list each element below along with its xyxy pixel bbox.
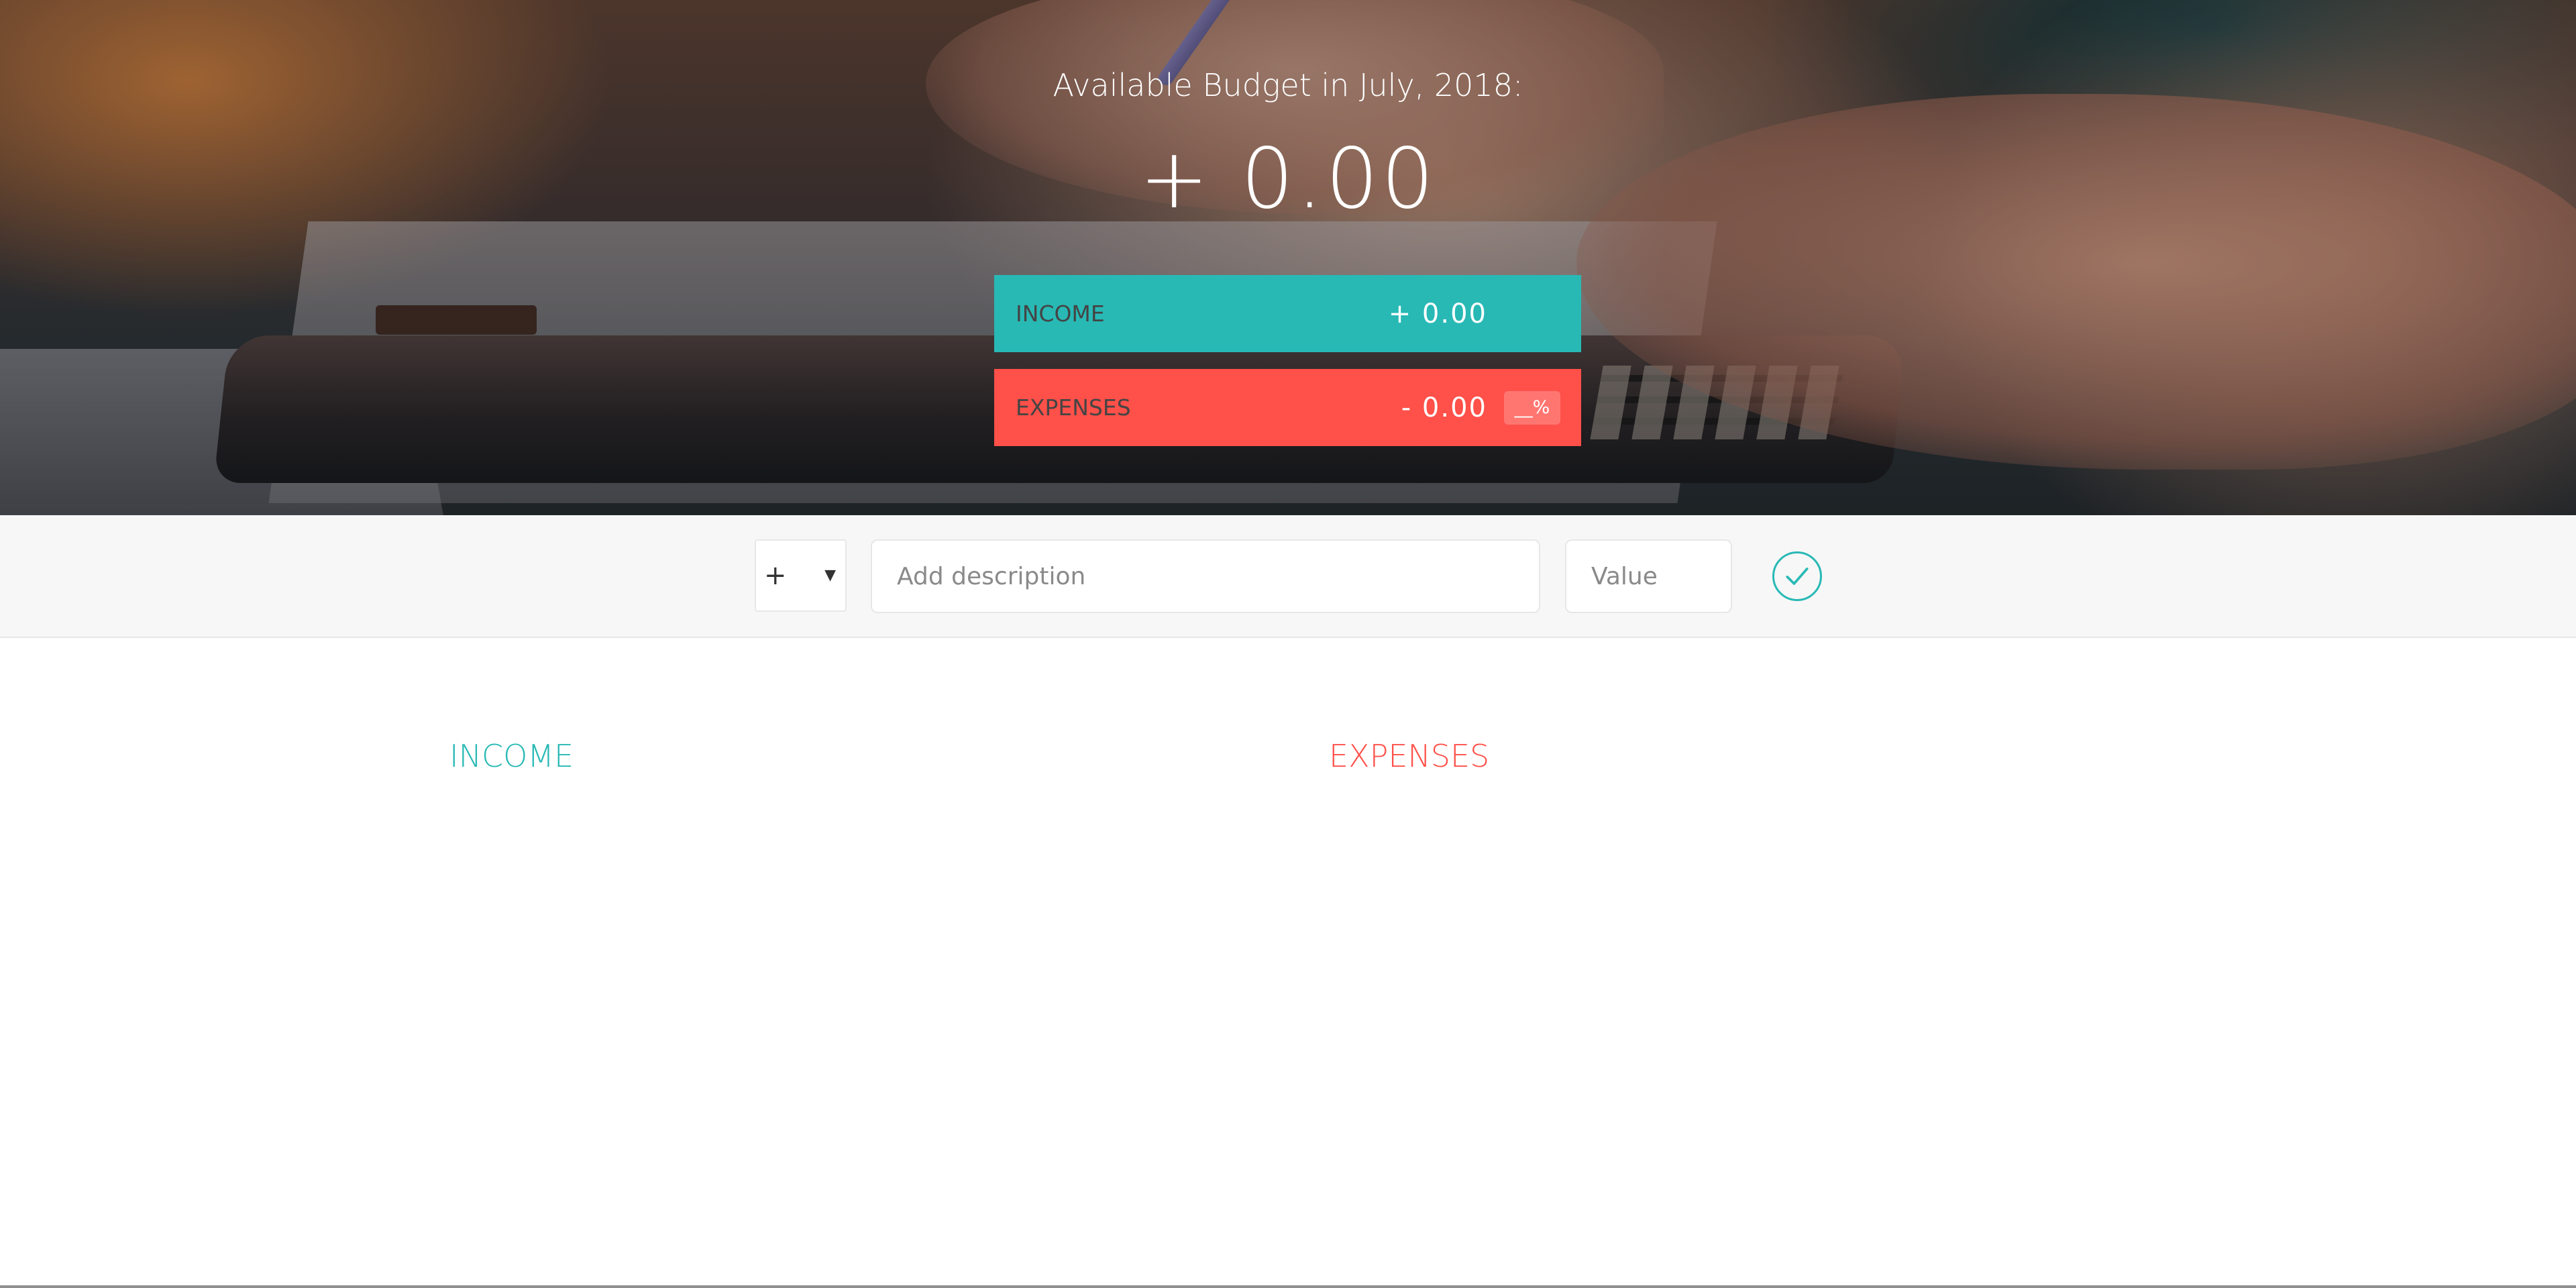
- expenses-summary-label: EXPENSES: [1016, 394, 1131, 421]
- income-summary-value: + 0.00: [1388, 298, 1487, 329]
- type-select-value: +: [764, 560, 787, 591]
- expenses-summary-value: - 0.00: [1401, 392, 1487, 423]
- expenses-percentage-badge: __%: [1504, 391, 1560, 425]
- budget-header: Available Budget in July, 2018: + 0.00 I…: [0, 0, 2576, 515]
- add-button[interactable]: [1772, 551, 1822, 601]
- dropdown-arrow-icon: ▼: [824, 567, 836, 584]
- bottom-divider: [0, 1285, 2576, 1288]
- income-summary-label: INCOME: [1016, 301, 1105, 327]
- checkmark-icon: [1786, 568, 1809, 585]
- value-input[interactable]: [1565, 539, 1732, 613]
- expenses-list-title: EXPENSES: [1329, 738, 1490, 774]
- add-entry-bar: + ▼: [0, 515, 2576, 638]
- description-input[interactable]: [871, 539, 1540, 613]
- budget-value: + 0.00: [1139, 131, 1437, 227]
- budget-title: Available Budget in July, 2018:: [1053, 67, 1523, 103]
- expenses-summary: EXPENSES - 0.00 __%: [994, 369, 1581, 446]
- type-select[interactable]: + ▼: [755, 539, 847, 612]
- income-list-title: INCOME: [449, 738, 574, 774]
- income-summary: INCOME + 0.00: [994, 275, 1581, 352]
